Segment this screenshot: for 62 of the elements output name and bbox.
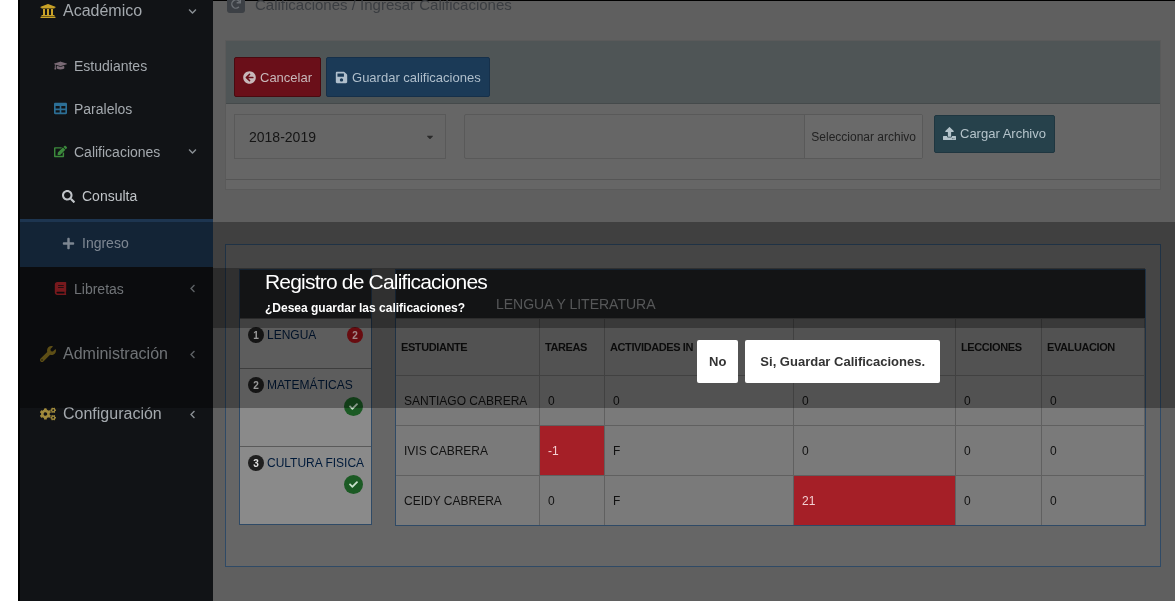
graduation-cap-icon <box>54 59 67 72</box>
table-cell[interactable]: F <box>605 425 794 475</box>
save-icon <box>335 70 349 84</box>
table-cell: SANTIAGO CABRERA <box>396 375 540 425</box>
search-icon <box>62 189 75 203</box>
error-count-badge: 2 <box>347 327 363 343</box>
subject-item[interactable]: 3 CULTURA FISICA <box>240 446 371 524</box>
subject-name: MATEMÁTICAS <box>267 378 354 392</box>
cancel-button[interactable]: Cancelar <box>234 57 322 97</box>
sidebar-item[interactable]: Calificaciones <box>20 130 213 173</box>
number-badge: 3 <box>248 455 264 471</box>
gears-icon <box>40 406 56 422</box>
sidebar-item[interactable]: Consulta <box>20 173 213 219</box>
subject-name: CULTURA FISICA <box>267 456 365 470</box>
sidebar-item[interactable]: Ingreso <box>20 219 213 267</box>
breadcrumb-icon <box>227 0 245 13</box>
column-header: LECCIONES <box>956 318 1042 375</box>
table-icon <box>54 102 67 115</box>
table-cell[interactable]: 0 <box>1042 425 1145 475</box>
chevron-down-icon <box>188 147 197 156</box>
sidebar-item[interactable]: Paralelos <box>20 87 213 130</box>
chevron-down-icon <box>188 6 197 16</box>
table-cell[interactable]: 0 <box>1042 375 1145 425</box>
upload-icon <box>943 127 956 140</box>
table-cell[interactable]: 0 <box>956 425 1042 475</box>
table-cell[interactable]: 0 <box>956 475 1042 525</box>
chevron-left-icon <box>188 409 197 419</box>
sidebar-item[interactable]: Configuración <box>20 384 213 444</box>
table-cell: CEIDY CABRERA <box>396 475 540 525</box>
chevron-left-icon <box>188 349 197 359</box>
edit-icon <box>54 145 67 158</box>
modal-title: Registro de Calificaciones <box>265 270 487 294</box>
column-header: EVALUACION <box>1042 318 1145 375</box>
sidebar-item[interactable]: Administración <box>20 324 213 384</box>
column-header: ESTUDIANTE <box>396 318 540 375</box>
subject-item[interactable]: 1 LENGUA 2 <box>240 318 371 368</box>
number-badge: 2 <box>248 377 264 393</box>
sidebar-item[interactable]: Académico <box>20 0 213 22</box>
book-icon <box>54 282 67 295</box>
no-button[interactable]: No <box>697 340 739 383</box>
modal-message: ¿Desea guardar las calificaciones? <box>265 301 466 316</box>
table-cell[interactable]: 0 <box>540 475 605 525</box>
plus-icon <box>62 236 75 250</box>
table-title: LENGUA Y LITERATURA <box>496 296 656 312</box>
table-cell[interactable]: 0 <box>956 375 1042 425</box>
sidebar-item[interactable]: Estudiantes <box>20 44 213 87</box>
chevron-left-icon <box>188 284 197 293</box>
confirm-button[interactable]: Si, Guardar Calificaciones. <box>745 340 941 383</box>
table-cell[interactable]: 0 <box>1042 475 1145 525</box>
upload-button[interactable]: Cargar Archivo <box>934 114 1055 153</box>
number-badge: 1 <box>248 327 264 343</box>
table-cell[interactable]: 21 <box>794 475 956 525</box>
sidebar-item[interactable]: Libretas <box>20 267 213 310</box>
period-select[interactable]: 2018-2019 <box>234 114 446 159</box>
column-header: TAREAS <box>540 318 605 375</box>
building-icon <box>40 3 56 19</box>
table-cell[interactable]: -1 <box>540 425 605 475</box>
file-field[interactable]: Seleccionar archivo <box>464 114 923 159</box>
wrench-icon <box>40 346 56 362</box>
save-button[interactable]: Guardar calificaciones <box>326 57 490 97</box>
subject-item[interactable]: 2 MATEMÁTICAS <box>240 368 371 446</box>
subject-name: LENGUA <box>267 328 318 342</box>
